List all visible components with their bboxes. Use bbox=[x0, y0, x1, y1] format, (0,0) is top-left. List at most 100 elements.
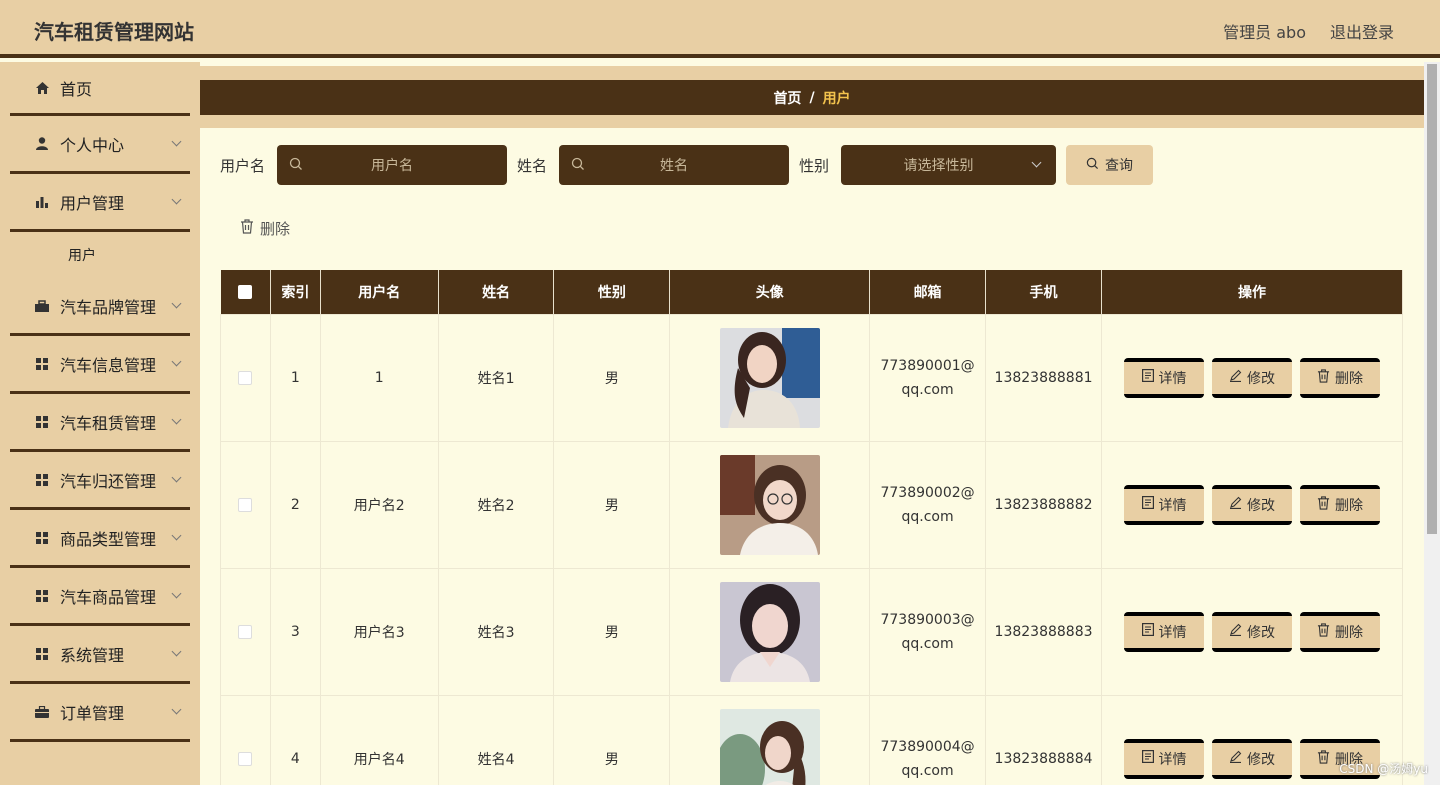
email-line-1: 773890003@ bbox=[880, 611, 975, 628]
detail-button[interactable]: 详情 bbox=[1124, 738, 1204, 779]
table-row: 4 用户名4 姓名4 男 773890004@ qq.com 1382388888… bbox=[220, 694, 1403, 785]
sidebar-item-car-info[interactable]: 汽车信息管理 bbox=[10, 336, 190, 394]
sidebar-item-car-return[interactable]: 汽车归还管理 bbox=[10, 452, 190, 510]
cell-phone: 13823888884 bbox=[985, 694, 1103, 785]
sidebar-item-product-type[interactable]: 商品类型管理 bbox=[10, 510, 190, 568]
cell-avatar bbox=[669, 567, 871, 696]
edit-button[interactable]: 修改 bbox=[1212, 357, 1292, 398]
pencil-icon bbox=[1229, 496, 1242, 513]
cell-name: 姓名1 bbox=[437, 313, 555, 442]
edit-button[interactable]: 修改 bbox=[1212, 611, 1292, 652]
sidebar-item-label: 汽车信息管理 bbox=[60, 355, 157, 375]
email-line-1: 773890004@ bbox=[880, 738, 975, 755]
batch-delete-button[interactable]: 删除 bbox=[240, 218, 290, 239]
column-header: 性别 bbox=[553, 270, 671, 314]
sidebar-item-label: 汽车商品管理 bbox=[60, 587, 157, 607]
cell-phone: 13823888883 bbox=[985, 567, 1103, 696]
cell-index: 3 bbox=[269, 567, 321, 696]
sidebar-subitem-users[interactable]: 用户 bbox=[10, 232, 190, 278]
row-checkbox[interactable] bbox=[238, 497, 253, 512]
detail-button[interactable]: 详情 bbox=[1124, 357, 1204, 398]
row-checkbox[interactable] bbox=[238, 370, 253, 385]
cell-operations: 详情 修改 删除 bbox=[1101, 440, 1403, 569]
avatar[interactable] bbox=[719, 708, 820, 785]
edit-button[interactable]: 修改 bbox=[1212, 484, 1292, 525]
trash-icon bbox=[1317, 622, 1330, 641]
row-checkbox-cell[interactable] bbox=[220, 313, 271, 442]
sidebar-item-label: 汽车租赁管理 bbox=[60, 413, 157, 433]
main-content: 首页 / 用户 用户名 用户名 姓名 姓名 性别 请选择性别 查询 删除 索引 … bbox=[200, 62, 1424, 785]
sidebar-item-user-management[interactable]: 用户管理 bbox=[10, 174, 190, 232]
search-filter-bar: 用户名 用户名 姓名 姓名 性别 请选择性别 查询 bbox=[220, 145, 1154, 185]
trash-icon bbox=[240, 219, 254, 238]
sidebar-item-car-rental[interactable]: 汽车租赁管理 bbox=[10, 394, 190, 452]
row-checkbox-cell[interactable] bbox=[220, 567, 271, 696]
email-line-2: qq.com bbox=[901, 508, 954, 525]
detail-label: 详情 bbox=[1158, 624, 1187, 641]
trash-icon bbox=[1317, 749, 1330, 768]
sidebar-item-label: 汽车归还管理 bbox=[60, 471, 157, 491]
cell-username: 1 bbox=[319, 313, 439, 442]
trash-icon bbox=[1317, 495, 1330, 514]
breadcrumb-home[interactable]: 首页 bbox=[773, 88, 801, 108]
detail-button[interactable]: 详情 bbox=[1124, 484, 1204, 525]
cell-email: 773890002@ qq.com bbox=[869, 440, 987, 569]
grid-icon bbox=[34, 472, 50, 488]
cell-operations: 详情 修改 删除 bbox=[1101, 313, 1403, 442]
admin-user-label[interactable]: 管理员 abo bbox=[1223, 19, 1306, 43]
gender-select[interactable]: 请选择性别 bbox=[841, 145, 1057, 185]
delete-button[interactable]: 删除 bbox=[1300, 484, 1380, 525]
detail-button[interactable]: 详情 bbox=[1124, 611, 1204, 652]
row-checkbox-cell[interactable] bbox=[220, 440, 271, 569]
query-button[interactable]: 查询 bbox=[1066, 145, 1154, 185]
table-header-row: 索引 用户名 姓名 性别 头像 邮箱 手机 操作 bbox=[220, 270, 1403, 314]
sidebar-item-label: 系统管理 bbox=[60, 645, 125, 665]
sidebar-item-car-brand[interactable]: 汽车品牌管理 bbox=[10, 278, 190, 336]
gender-filter-label: 性别 bbox=[799, 156, 830, 175]
sidebar-item-car-product[interactable]: 汽车商品管理 bbox=[10, 568, 190, 626]
username-search-input[interactable]: 用户名 bbox=[277, 145, 508, 185]
cell-index: 1 bbox=[269, 313, 321, 442]
sidebar-item-home[interactable]: 首页 bbox=[10, 62, 190, 116]
cell-gender: 男 bbox=[553, 313, 671, 442]
chevron-down-icon bbox=[1031, 157, 1042, 168]
name-search-input[interactable]: 姓名 bbox=[559, 145, 790, 185]
cell-username: 用户名3 bbox=[319, 567, 439, 696]
vertical-scrollbar[interactable] bbox=[1424, 62, 1440, 785]
avatar[interactable] bbox=[719, 454, 820, 555]
cell-avatar bbox=[669, 313, 871, 442]
bar-chart-icon bbox=[34, 194, 50, 210]
grid-icon bbox=[34, 646, 50, 662]
chevron-down-icon bbox=[171, 472, 182, 483]
select-all-checkbox[interactable] bbox=[238, 284, 253, 299]
row-checkbox[interactable] bbox=[238, 751, 253, 766]
table-row: 1 1 姓名1 男 773890001@ qq.com 13823888881 详… bbox=[220, 313, 1403, 442]
avatar[interactable] bbox=[719, 581, 820, 682]
edit-button[interactable]: 修改 bbox=[1212, 738, 1292, 779]
logout-button[interactable]: 退出登录 bbox=[1330, 19, 1394, 43]
username-placeholder: 用户名 bbox=[371, 158, 414, 174]
user-icon bbox=[34, 136, 50, 152]
sidebar-item-label: 订单管理 bbox=[60, 703, 125, 723]
delete-button[interactable]: 删除 bbox=[1300, 357, 1380, 398]
delete-button[interactable]: 删除 bbox=[1300, 611, 1380, 652]
select-all-header[interactable] bbox=[220, 270, 271, 314]
breadcrumb-wrapper: 首页 / 用户 bbox=[200, 66, 1424, 128]
document-icon bbox=[1141, 496, 1154, 513]
avatar[interactable] bbox=[719, 327, 820, 428]
top-header: 汽车租赁管理网站 管理员 abo 退出登录 bbox=[0, 0, 1440, 58]
row-checkbox[interactable] bbox=[238, 624, 253, 639]
sidebar-item-personal-center[interactable]: 个人中心 bbox=[10, 116, 190, 174]
app-title: 汽车租赁管理网站 bbox=[34, 20, 194, 44]
sidebar-item-orders[interactable]: 订单管理 bbox=[10, 684, 190, 742]
sidebar-item-system[interactable]: 系统管理 bbox=[10, 626, 190, 684]
detail-label: 详情 bbox=[1158, 370, 1187, 387]
email-line-2: qq.com bbox=[901, 635, 954, 652]
scrollbar-thumb[interactable] bbox=[1427, 64, 1437, 534]
email-line-2: qq.com bbox=[901, 762, 954, 779]
cell-gender: 男 bbox=[553, 440, 671, 569]
cell-avatar bbox=[669, 694, 871, 785]
chevron-down-icon bbox=[171, 704, 182, 715]
row-checkbox-cell[interactable] bbox=[220, 694, 271, 785]
cell-index: 2 bbox=[269, 440, 321, 569]
